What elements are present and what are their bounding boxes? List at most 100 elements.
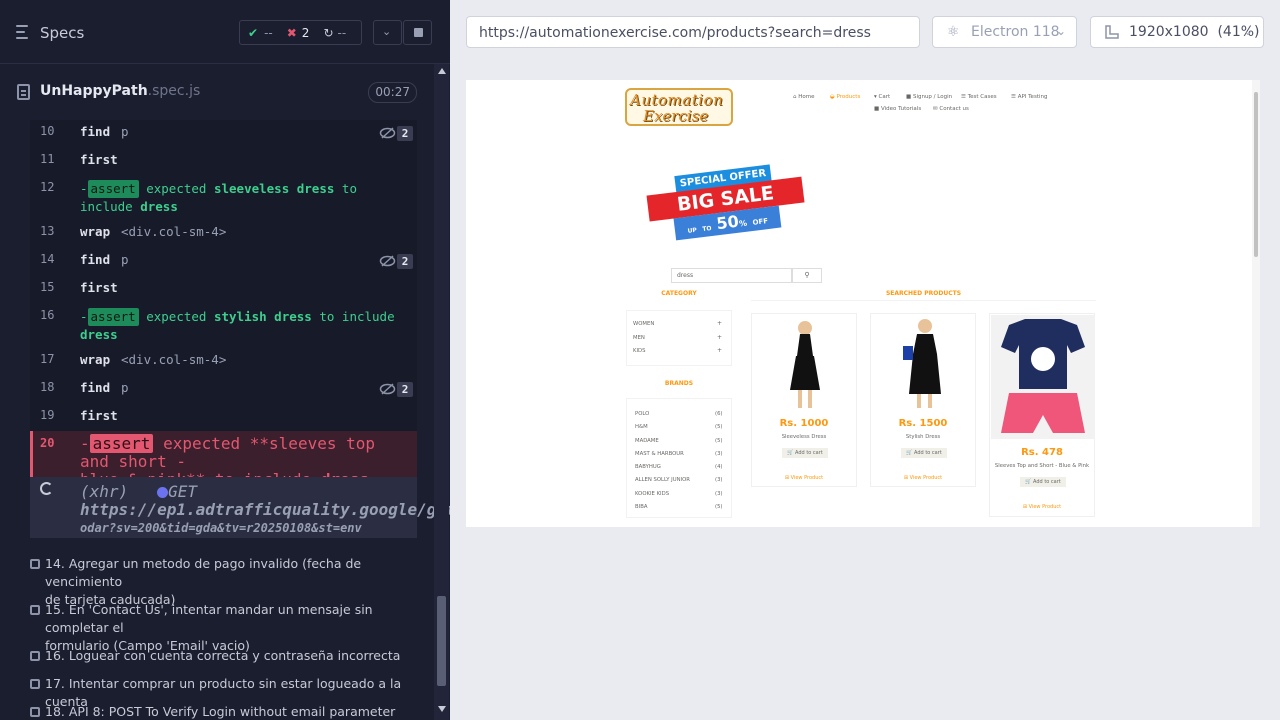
search-button[interactable]: ⚲: [792, 268, 822, 283]
search-icon: ⚲: [804, 271, 810, 279]
spinner-icon: [40, 482, 53, 495]
command-row[interactable]: 13 wrap <div.col-sm-4>: [30, 224, 417, 246]
product-image: [790, 321, 820, 408]
product-price: Rs. 1000: [779, 418, 829, 429]
element-count: 2: [397, 382, 413, 397]
nav-cart[interactable]: ▾ Cart: [874, 94, 890, 100]
nav-signup-login[interactable]: ■ Signup / Login: [906, 94, 952, 100]
aut-scrollbar[interactable]: [1252, 80, 1260, 527]
scroll-up-icon[interactable]: [438, 68, 446, 74]
command-row[interactable]: 10 find p 2: [30, 124, 417, 146]
xhr-message: (xhr) GET https://ep1.adtrafficquality.g…: [80, 482, 450, 536]
command-number: 11: [40, 152, 55, 166]
command-number: 10: [40, 124, 55, 138]
category-panel: WOMEN + MEN + KIDS +: [626, 310, 732, 366]
command-row[interactable]: 18 find p 2: [30, 380, 417, 402]
command-row[interactable]: 12 - assert expected sleeveless dress to …: [30, 180, 417, 218]
product-name: Sleeveless Dress: [781, 434, 827, 440]
eye-slash-icon: [379, 383, 396, 395]
command-message: p: [121, 124, 129, 139]
category-men[interactable]: MEN: [633, 335, 645, 341]
brand-item[interactable]: BABYHUG: [635, 464, 661, 470]
view-product-link[interactable]: ⊞ View Product: [871, 475, 975, 481]
test-status-icon: [30, 679, 40, 689]
category-title: CATEGORY: [661, 290, 697, 297]
stats-bar: ✔ -- ✖ 2 ↻ --: [239, 20, 362, 45]
failed-icon: ✖: [286, 25, 297, 40]
aut-scrollbar-thumb[interactable]: [1254, 92, 1258, 257]
brand-item[interactable]: MADAME: [635, 438, 659, 444]
brand-count: (5): [715, 424, 723, 430]
element-count: 2: [397, 254, 413, 269]
plus-icon[interactable]: +: [717, 347, 722, 354]
failed-count: 2: [301, 25, 310, 40]
product-card: Rs. 1000 Sleeveless Dress 🛒 Add to cart …: [751, 313, 857, 487]
nav-video-tutorials[interactable]: ■ Video Tutorials: [874, 106, 921, 112]
command-log-scrollbar[interactable]: [434, 64, 449, 720]
command-number: 18: [40, 380, 55, 394]
failed-command-row[interactable]: 20 - assert expected **sleeves top and sh…: [30, 431, 417, 489]
brand-item[interactable]: KOOKIE KIDS: [635, 491, 669, 497]
browser-icon: ⚛: [947, 24, 960, 40]
command-row[interactable]: 14 find p 2: [30, 252, 417, 274]
product-name: Sleeves Top and Short - Blue & Pink: [994, 463, 1090, 469]
browser-selector[interactable]: ⚛ Electron 118 ⌄: [932, 16, 1077, 48]
command-name: wrap: [80, 352, 111, 367]
brand-item[interactable]: BIBA: [635, 504, 647, 510]
brand-item[interactable]: MAST & HARBOUR: [635, 451, 684, 457]
xhr-command-row[interactable]: (xhr) GET https://ep1.adtrafficquality.g…: [30, 477, 450, 538]
brand-count: (4): [715, 464, 723, 470]
view-product-link[interactable]: ⊞ View Product: [990, 504, 1094, 510]
nav-products[interactable]: ◒ Products: [830, 94, 860, 100]
product-price: Rs. 478: [1021, 447, 1063, 458]
viewport-selector[interactable]: 1920x1080 (41%) ⌄: [1090, 16, 1264, 48]
brand-count: (3): [715, 451, 723, 457]
view-product-link[interactable]: ⊞ View Product: [752, 475, 856, 481]
brand-item[interactable]: H&M: [635, 424, 648, 430]
category-women[interactable]: WOMEN: [633, 321, 654, 327]
plus-icon[interactable]: +: [717, 334, 722, 341]
nav-test-cases[interactable]: ☰ Test Cases: [961, 94, 997, 100]
spec-duration: 00:27: [368, 82, 417, 103]
command-log-panel: Specs ✔ -- ✖ 2 ↻ -- ⌄ UnHappyPath.spec.j…: [0, 0, 450, 720]
search-input[interactable]: dress: [671, 268, 792, 283]
spec-file-row[interactable]: UnHappyPath.spec.js 00:27: [17, 82, 417, 104]
command-number: 16: [40, 308, 55, 322]
nav-home[interactable]: ⌂ Home: [793, 94, 815, 100]
command-row[interactable]: 19 first: [30, 408, 417, 430]
brand-count: (5): [715, 438, 723, 444]
category-kids[interactable]: KIDS: [633, 348, 645, 354]
assert-badge: assert: [87, 308, 139, 326]
command-message: p: [121, 380, 129, 395]
command-row[interactable]: 15 first: [30, 280, 417, 302]
add-to-cart-button[interactable]: 🛒 Add to cart: [782, 448, 828, 458]
dropdown-button[interactable]: ⌄: [373, 20, 402, 45]
site-logo[interactable]: Automation Exercise: [625, 88, 733, 126]
command-row[interactable]: 16 - assert expected stylish dress to inc…: [30, 308, 417, 346]
scrollbar-thumb[interactable]: [437, 596, 446, 686]
stop-button[interactable]: [403, 20, 432, 45]
add-to-cart-button[interactable]: 🛒 Add to cart: [1020, 477, 1066, 487]
aut-iframe[interactable]: Automation Exercise ⌂ Home ◒ Products ▾ …: [466, 80, 1260, 527]
passed-count: --: [264, 25, 273, 40]
specs-list-icon[interactable]: [16, 25, 32, 39]
spec-file-name: UnHappyPath.spec.js: [40, 83, 201, 99]
test-status-icon: [30, 651, 40, 661]
add-to-cart-button[interactable]: 🛒 Add to cart: [901, 448, 947, 458]
nav-contact-us[interactable]: ✉ Contact us: [933, 106, 969, 112]
brand-count: (5): [715, 504, 723, 510]
specs-label[interactable]: Specs: [40, 24, 84, 42]
command-row[interactable]: 17 wrap <div.col-sm-4>: [30, 352, 417, 374]
command-name: first: [80, 152, 118, 167]
command-row[interactable]: 11 first: [30, 152, 417, 174]
url-bar[interactable]: https://automationexercise.com/products?…: [466, 16, 920, 48]
ruler-icon: [1105, 25, 1119, 39]
command-name: wrap: [80, 224, 111, 239]
brand-item[interactable]: ALLEN SOLLY JUNIOR: [635, 477, 690, 483]
nav-api-testing[interactable]: ☰ API Testing: [1011, 94, 1047, 100]
scroll-down-icon[interactable]: [438, 706, 446, 712]
plus-icon[interactable]: +: [717, 320, 722, 327]
assert-badge: assert: [89, 434, 154, 453]
product-image: [903, 319, 941, 408]
brand-item[interactable]: POLO: [635, 411, 649, 417]
